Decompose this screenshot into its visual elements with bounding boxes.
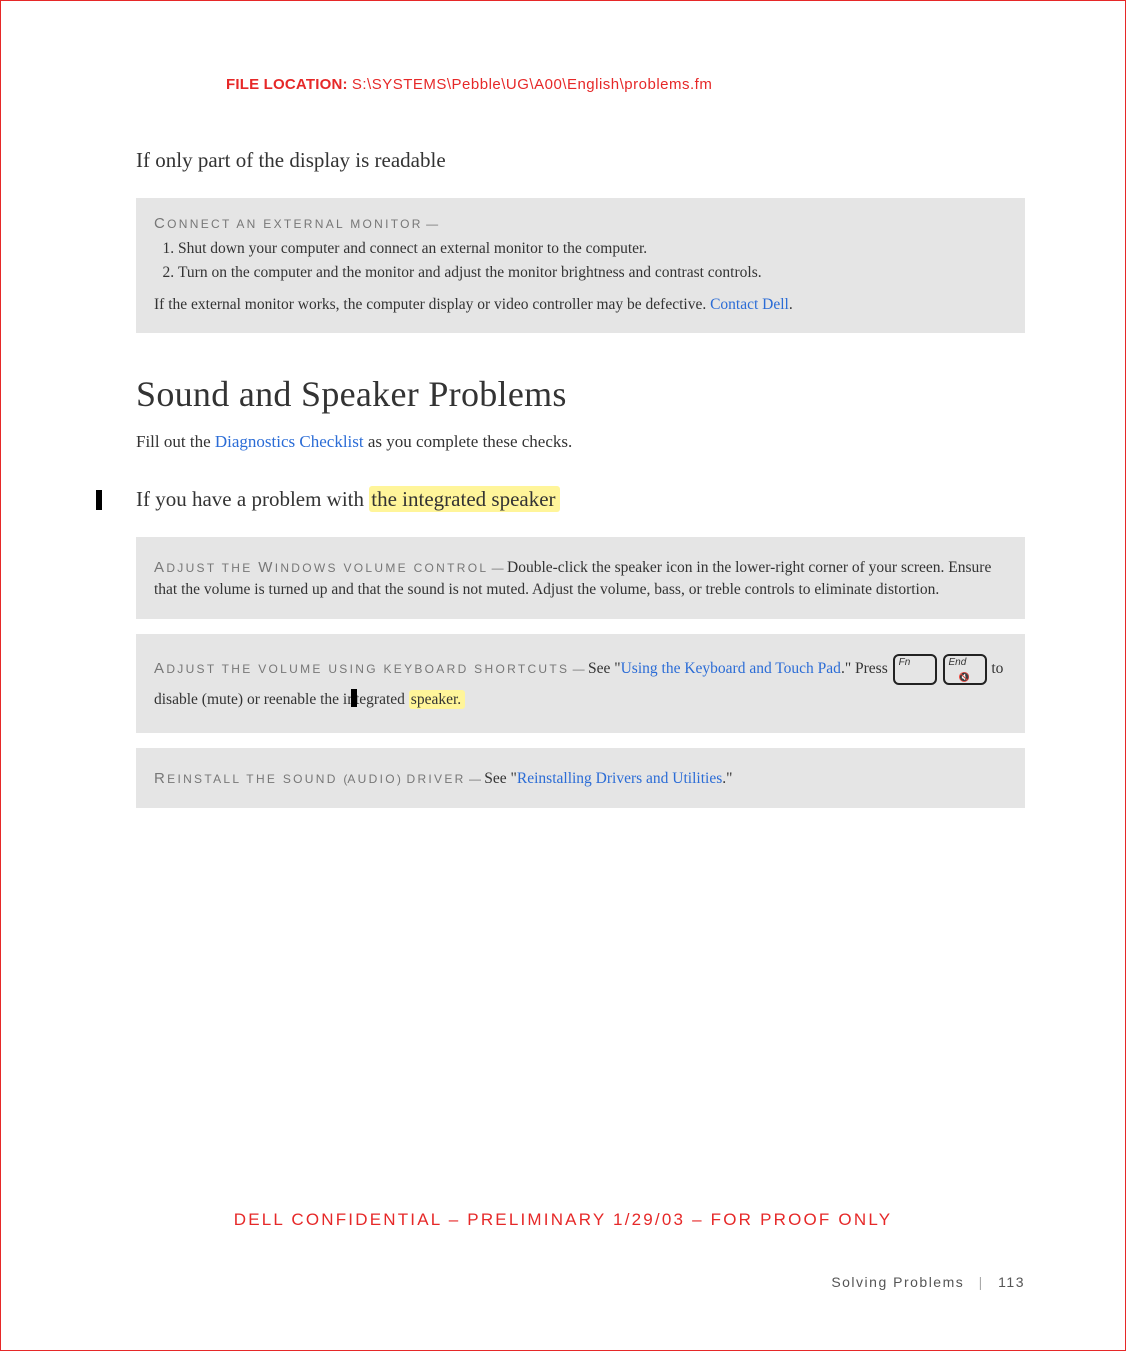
box-body: ADJUST THE VOLUME USING KEYBOARD SHORTCU… [154,654,1007,715]
step-item: Shut down your computer and connect an e… [178,238,1007,260]
steps-list: Shut down your computer and connect an e… [154,238,1007,283]
file-location-header: FILE LOCATION: S:\SYSTEMS\Pebble\UG\A00\… [226,76,1025,93]
chapter-name: Solving Problems [831,1274,964,1290]
step-item: Turn on the computer and the monitor and… [178,262,1007,284]
box-lead: REINSTALL THE SOUND (AUDIO) DRIVER — [154,772,484,786]
link-contact-dell[interactable]: Contact Dell [710,296,789,313]
intro-text: Fill out the Diagnostics Checklist as yo… [136,432,1025,452]
revision-bar-icon [96,490,102,510]
link-diagnostics-checklist[interactable]: Diagnostics Checklist [215,432,364,451]
file-location-label: FILE LOCATION: [226,76,348,93]
link-reinstalling-drivers[interactable]: Reinstalling Drivers and Utilities [517,770,722,787]
box-body: REINSTALL THE SOUND (AUDIO) DRIVER — See… [154,768,1007,790]
heading-sound-speaker-problems: Sound and Speaker Problems [136,373,1025,415]
box-note: If the external monitor works, the compu… [154,294,1007,316]
link-using-keyboard-touchpad[interactable]: Using the Keyboard and Touch Pad [621,660,841,677]
divider-icon: | [979,1274,984,1290]
document-page: FILE LOCATION: S:\SYSTEMS\Pebble\UG\A00\… [0,0,1126,1351]
box-connect-external-monitor: CONNECT AN EXTERNAL MONITOR — Shut down … [136,198,1025,333]
content-body: If only part of the display is readable … [136,148,1025,808]
confidential-footer: DELL CONFIDENTIAL – PRELIMINARY 1/29/03 … [1,1210,1125,1230]
box-lead: ADJUST THE WINDOWS VOLUME CONTROL — [154,561,507,575]
keycap-end-mute: End🔇 [943,654,987,685]
file-location-path: S:\SYSTEMS\Pebble\UG\A00\English\problem… [352,76,712,93]
highlight-integrated-speaker: the integrated speaker [369,486,559,512]
highlight-speaker: speaker. [409,690,465,709]
box-reinstall-sound-driver: REINSTALL THE SOUND (AUDIO) DRIVER — See… [136,748,1025,808]
subheading-integrated-speaker-problem: If you have a problem with the integrate… [136,487,1025,512]
box-adjust-windows-volume: ADJUST THE WINDOWS VOLUME CONTROL — Doub… [136,537,1025,618]
page-footer: Solving Problems | 113 [831,1274,1025,1290]
keycap-fn: Fn [893,654,937,685]
revision-bar-icon [351,689,357,707]
box-lead: CONNECT AN EXTERNAL MONITOR — [154,217,438,231]
subheading-display-readable: If only part of the display is readable [136,148,1025,173]
mute-icon: 🔇 [959,673,970,682]
box-lead: ADJUST THE VOLUME USING KEYBOARD SHORTCU… [154,662,588,676]
box-body: ADJUST THE WINDOWS VOLUME CONTROL — Doub… [154,557,1007,600]
box-adjust-volume-keyboard: ADJUST THE VOLUME USING KEYBOARD SHORTCU… [136,634,1025,733]
page-number: 113 [998,1274,1025,1290]
